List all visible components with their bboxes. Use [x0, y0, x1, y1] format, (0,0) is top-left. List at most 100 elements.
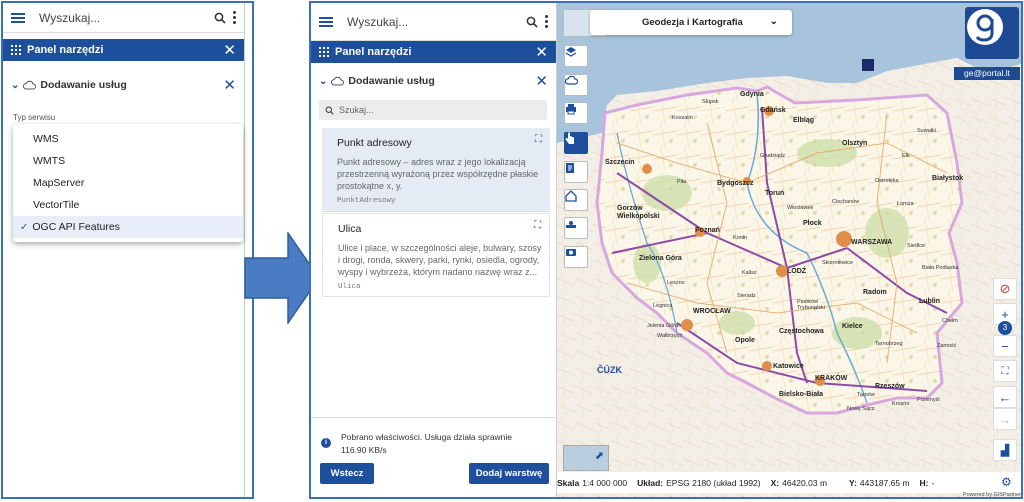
height-readout: H: - [919, 477, 935, 488]
clear-button[interactable]: ⊘ [993, 278, 1017, 300]
add-service-title: Dodawanie usług [348, 75, 435, 87]
zoom-level-badge: 3 [998, 321, 1012, 335]
more-vert-icon[interactable] [544, 15, 548, 28]
map-view[interactable]: MORZE BAŁTYCKIE ČÚZK Gdynia Gdańsk Elblą… [557, 3, 1021, 498]
check-icon: ✓ [20, 221, 29, 233]
dropdown-option[interactable]: WMTS [13, 150, 243, 172]
town-label: Leszno [667, 280, 685, 286]
powered-by-text: Powered by GISPartner [962, 492, 1021, 498]
close-icon[interactable]: ✕ [535, 72, 548, 90]
city-label: WARSZAWA [851, 239, 893, 246]
dropdown-option[interactable]: VectorTile [13, 194, 243, 216]
x-coordinate-readout: X: 46420.03 m [770, 477, 828, 488]
town-label: Ełk [902, 153, 910, 159]
geoportal-g-icon [967, 9, 1003, 45]
close-icon[interactable]: ✕ [535, 45, 548, 60]
camera-icon [566, 249, 576, 256]
overview-map[interactable]: ⬈ [563, 445, 609, 471]
layers-button[interactable] [564, 45, 588, 67]
city-label: Toruń [765, 190, 785, 197]
ruler-icon [566, 221, 576, 228]
tools-panel-title: Panel narzędzi [27, 44, 104, 56]
town-label: Chełm [942, 318, 958, 324]
home-button[interactable] [564, 189, 588, 211]
cloud-service-button[interactable] [564, 74, 588, 96]
city-label: Opole [735, 337, 755, 344]
fullscreen-button[interactable]: ⛶ [993, 360, 1017, 382]
dropdown-option[interactable]: WMS [13, 128, 243, 150]
left-screenshot-frame: Wyszukaj... Panel narzędzi ✕ ⌄ Dodawanie… [1, 1, 254, 499]
search-icon[interactable] [526, 16, 538, 28]
dropdown-option[interactable]: MapServer [13, 172, 243, 194]
crs-readout: Układ: EPSG 2180 (układ 1992) [637, 477, 761, 488]
layer-filter-input[interactable]: Szukaj... [319, 100, 547, 120]
add-service-header[interactable]: ⌄ Dodawanie usług ✕ [311, 67, 556, 95]
town-label: Nowy Sącz [847, 406, 875, 412]
city-label: Gdynia [740, 91, 764, 98]
layer-card-title: Punkt adresowy [337, 137, 412, 149]
town-label: Koszalin [672, 115, 693, 121]
city-label: Poznań [695, 227, 720, 234]
screenshot-button[interactable] [564, 246, 588, 268]
service-type-dropdown[interactable]: WMS WMTS MapServer VectorTile ✓ OGC API F… [13, 124, 243, 242]
city-label: Kielce [842, 323, 863, 330]
map-tiles-icon: ▟ [1000, 444, 1010, 457]
town-label: Tarnów [857, 392, 875, 398]
home-search-icon [565, 190, 577, 202]
basemap-switch-button[interactable]: ▟ [993, 439, 1017, 461]
town-label: Jelenia Góra [647, 323, 679, 329]
apps-grid-icon [319, 47, 329, 57]
city-label: Częstochowa [779, 328, 824, 335]
fullscreen-icon[interactable]: ⛶ [535, 134, 542, 145]
city-label: Szczecin [605, 159, 635, 166]
minus-icon: − [1001, 338, 1009, 354]
marker-icon [862, 59, 874, 71]
close-icon[interactable]: ✕ [223, 43, 236, 58]
info-icon: i [321, 438, 331, 448]
dropdown-option-selected[interactable]: ✓ OGC API Features [13, 216, 243, 238]
search-input[interactable]: Wyszukaj... [347, 15, 526, 29]
cuzk-label: ČÚZK [597, 364, 622, 375]
close-icon[interactable]: ✕ [223, 76, 236, 94]
add-layer-button[interactable]: Dodaj warstwę [469, 463, 549, 484]
notes-button[interactable] [564, 161, 588, 183]
fullscreen-icon[interactable]: ⛶ [534, 220, 541, 231]
back-view-button[interactable]: ← [993, 386, 1017, 408]
city-label: Elbląg [793, 117, 815, 124]
settings-icon[interactable]: ⚙ [1001, 475, 1012, 489]
chevron-down-icon[interactable]: ⌄ [319, 76, 327, 87]
more-vert-icon[interactable] [232, 11, 236, 24]
chevron-down-icon[interactable]: ⌄ [11, 80, 19, 91]
hamburger-menu-icon[interactable] [11, 12, 25, 23]
layer-card[interactable]: Punkt adresowy Punkt adresowy – adres wr… [322, 128, 550, 212]
city-label: Zielona Góra [639, 255, 682, 262]
layer-card-code: PunktAdresowy [337, 197, 396, 205]
town-label: Tarnobrzeg [875, 341, 903, 347]
identify-button[interactable] [564, 132, 588, 154]
measure-button[interactable] [564, 217, 588, 239]
left-panel: Wyszukaj... Panel narzędzi ✕ ⌄ Dodawanie… [3, 3, 245, 497]
search-icon [325, 105, 334, 115]
basemap-select[interactable]: Geodezja i Kartografia ⌄ [590, 10, 792, 35]
expand-icon[interactable]: ⬈ [595, 449, 604, 462]
zoom-out-button[interactable]: − [993, 335, 1017, 357]
city-label: ŁÓDŹ [787, 268, 807, 275]
cloud-icon [331, 76, 345, 86]
back-button[interactable]: Wstecz [320, 463, 374, 484]
search-input[interactable]: Wyszukaj... [39, 11, 214, 25]
search-bar: Wyszukaj... [311, 3, 556, 41]
apps-grid-icon [11, 45, 21, 55]
forward-view-button[interactable]: → [993, 408, 1017, 430]
hamburger-menu-icon[interactable] [319, 16, 333, 27]
search-icon[interactable] [214, 12, 226, 24]
service-status-text: Pobrano właściwości. Usługa działa spraw… [341, 432, 513, 455]
town-label: Legnica [653, 303, 673, 309]
add-service-header[interactable]: ⌄ Dodawanie usług ✕ [3, 71, 244, 99]
print-button[interactable] [564, 102, 588, 124]
layer-card-description: Punkt adresowy – adres wraz z jego lokal… [337, 157, 539, 191]
layer-card-title: Ulica [338, 223, 362, 235]
town-label: Przemyśl [917, 397, 940, 403]
layer-card[interactable]: Ulica Ulice i place, w szczególności ale… [322, 213, 550, 297]
city-label: Radom [863, 289, 887, 296]
city-label: Białystok [932, 175, 964, 182]
